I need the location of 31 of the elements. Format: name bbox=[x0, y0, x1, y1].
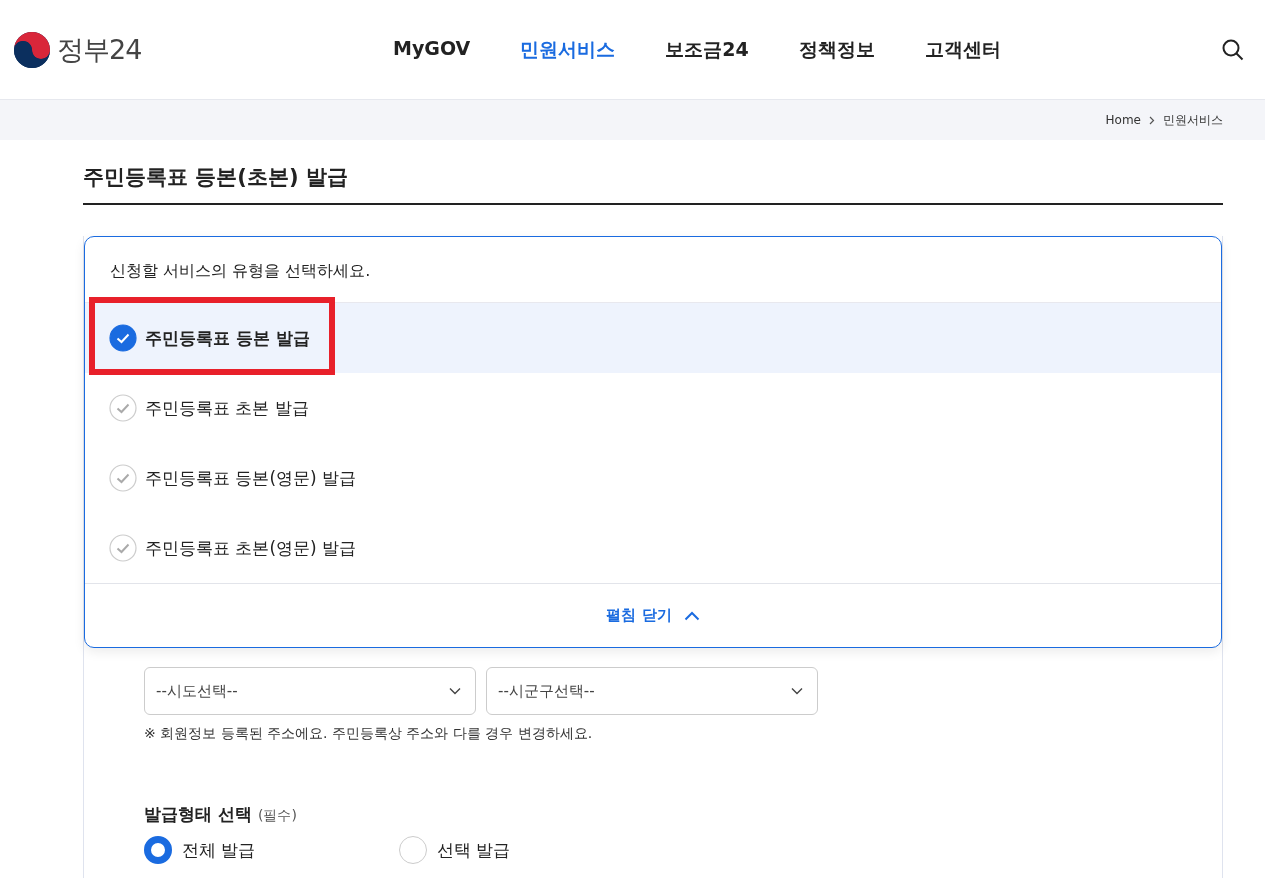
check-circle-icon bbox=[109, 534, 137, 562]
service-option[interactable]: 주민등록표 초본 발급 bbox=[85, 373, 1221, 443]
nav-link[interactable]: 정책정보 bbox=[798, 36, 875, 63]
radio-button[interactable] bbox=[144, 836, 172, 864]
required-label: (필수) bbox=[257, 807, 297, 825]
radio-label[interactable]: 전체 발급 bbox=[182, 838, 256, 862]
collapse-button[interactable]: 펼침 닫기 bbox=[85, 583, 1221, 647]
chevron-down-icon bbox=[791, 687, 803, 695]
emblem-icon bbox=[13, 30, 51, 69]
radio-label[interactable]: 선택 발급 bbox=[437, 838, 511, 862]
nav-link[interactable]: MyGOV bbox=[393, 36, 471, 63]
chevron-down-icon bbox=[449, 687, 461, 695]
nav-link[interactable]: 민원서비스 bbox=[520, 36, 616, 63]
page-title: 주민등록표 등본(초본) 발급 bbox=[83, 140, 1223, 205]
dropdown-select[interactable]: --시군구선택-- bbox=[486, 667, 818, 715]
service-option[interactable]: 주민등록표 등본(영문) 발급 bbox=[85, 443, 1221, 513]
nav-link[interactable]: 고객센터 bbox=[924, 36, 1001, 63]
section-title: 발급형태 선택 bbox=[144, 803, 252, 826]
address-note: ※ 회원정보 등록된 주소에요. 주민등록상 주소와 다를 경우 변경하세요. bbox=[144, 725, 594, 743]
logo-text[interactable]: 정부24 bbox=[57, 31, 142, 68]
check-circle-icon bbox=[109, 324, 137, 352]
chevron-up-icon bbox=[683, 610, 700, 621]
dropdown-select[interactable]: --시도선택-- bbox=[144, 667, 476, 715]
breadcrumb-link[interactable]: 민원서비스 bbox=[1163, 111, 1223, 129]
search-icon[interactable] bbox=[1221, 37, 1245, 62]
service-option[interactable]: 주민등록표 초본(영문) 발급 bbox=[85, 513, 1221, 583]
check-circle-icon bbox=[109, 394, 137, 422]
breadcrumb-link[interactable]: Home bbox=[1105, 113, 1141, 127]
chevron-right-icon bbox=[1149, 115, 1155, 125]
check-circle-icon bbox=[109, 464, 137, 492]
nav-link[interactable]: 보조금24 bbox=[665, 36, 749, 63]
